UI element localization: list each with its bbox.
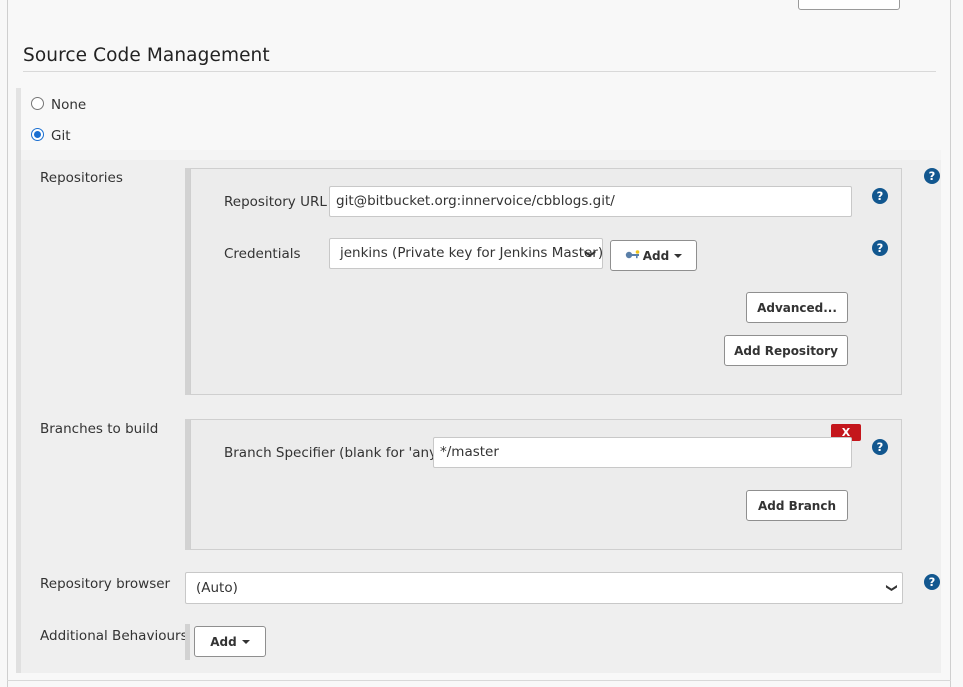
repository-browser-help-icon[interactable]: ?	[924, 574, 940, 590]
repositories-help-icon[interactable]: ?	[924, 168, 940, 184]
chevron-down-icon: ❯	[583, 248, 597, 259]
repository-browser-value: (Auto)	[196, 580, 238, 596]
previous-section-button[interactable]	[798, 0, 900, 10]
add-credentials-label: Add	[642, 248, 670, 263]
add-behaviour-label: Add	[210, 634, 237, 649]
page-frame-left	[7, 0, 8, 687]
page-frame-right	[950, 0, 951, 687]
branch-specifier-help-icon[interactable]: ?	[872, 439, 888, 455]
credentials-select-value: jenkins (Private key for Jenkins Master)	[340, 245, 603, 261]
advanced-button[interactable]: Advanced...	[746, 292, 848, 323]
chevron-down-icon: ❯	[885, 583, 899, 593]
repository-browser-select[interactable]: (Auto) ❯	[185, 572, 903, 604]
repository-browser-label: Repository browser	[40, 576, 171, 592]
add-behaviour-button[interactable]: Add	[194, 626, 266, 657]
radio-none-label: None	[51, 97, 87, 113]
add-branch-button[interactable]: Add Branch	[746, 490, 848, 521]
credentials-select[interactable]: jenkins (Private key for Jenkins Master)…	[329, 238, 603, 269]
branch-specifier-label: Branch Specifier (blank for 'any')	[224, 445, 447, 461]
branch-specifier-input[interactable]: */master	[433, 437, 852, 468]
caret-down-icon	[241, 639, 250, 644]
page-frame-bottom	[7, 680, 951, 681]
repositories-label: Repositories	[40, 170, 123, 186]
additional-behaviours-label: Additional Behaviours	[40, 628, 188, 644]
repository-url-input[interactable]: git@bitbucket.org:innervoice/cbblogs.git…	[329, 186, 852, 217]
git-config-header-strip	[21, 150, 941, 160]
radio-git-label: Git	[51, 128, 71, 144]
key-icon	[625, 249, 641, 263]
additional-behaviours-bar	[185, 624, 190, 660]
radio-group-bar	[16, 88, 21, 150]
git-config-bar	[16, 150, 21, 673]
branches-label: Branches to build	[40, 421, 159, 437]
radio-none[interactable]	[31, 97, 44, 110]
repository-url-help-icon[interactable]: ?	[872, 188, 888, 204]
section-divider	[23, 71, 936, 72]
credentials-label: Credentials	[224, 246, 301, 262]
repository-url-label: Repository URL	[224, 194, 327, 210]
radio-git[interactable]	[31, 128, 44, 141]
add-repository-button[interactable]: Add Repository	[724, 335, 848, 366]
add-credentials-button[interactable]: Add	[610, 240, 697, 271]
credentials-help-icon[interactable]: ?	[872, 240, 888, 256]
section-title: Source Code Management	[23, 45, 270, 66]
caret-down-icon	[674, 253, 683, 258]
